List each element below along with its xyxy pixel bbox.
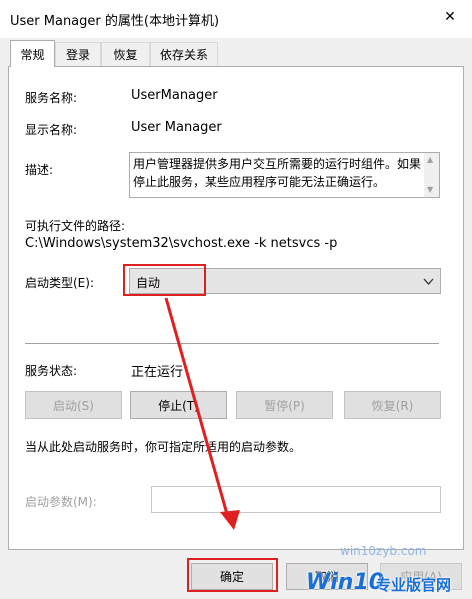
tab-label: 依存关系 <box>159 48 208 62</box>
title-bar: User Manager 的属性(本地计算机) ✕ <box>0 0 472 38</box>
display-name-label: 显示名称: <box>25 123 78 137</box>
chevron-down-icon <box>423 275 434 289</box>
tab-label: 恢复 <box>113 48 138 62</box>
status-label: 服务状态: <box>25 364 78 378</box>
exe-path-value: C:\Windows\system32\svchost.exe -k netsv… <box>25 236 338 251</box>
tab-recovery[interactable]: 恢复 <box>101 42 150 66</box>
pause-button-label: 暂停(P) <box>264 398 305 413</box>
close-icon: ✕ <box>444 9 456 25</box>
resume-button[interactable]: 恢复(R) <box>344 391 441 419</box>
watermark-brand-sub: 专业版官网 <box>376 576 452 594</box>
ok-button-highlight <box>187 558 278 592</box>
watermark-brand-main: Win10 <box>306 570 385 595</box>
resume-button-label: 恢复(R) <box>371 398 414 413</box>
scroll-up-icon[interactable]: ▲ <box>427 155 433 164</box>
service-name-label: 服务名称: <box>25 91 78 105</box>
display-name-value: User Manager <box>131 120 222 135</box>
start-button-label: 启动(S) <box>53 398 94 413</box>
start-params-hint: 当从此处启动服务时，你可指定所适用的启动参数。 <box>25 440 302 454</box>
exe-path-label: 可执行文件的路径: <box>25 219 126 233</box>
description-label: 描述: <box>25 163 54 177</box>
tab-logon[interactable]: 登录 <box>55 42 101 66</box>
startup-type-highlight <box>123 264 206 296</box>
pause-button[interactable]: 暂停(P) <box>236 391 333 419</box>
divider <box>25 343 439 344</box>
tab-general[interactable]: 常规 <box>10 40 55 67</box>
start-params-input[interactable] <box>151 486 441 513</box>
close-button[interactable]: ✕ <box>428 0 472 34</box>
description-scrollbar[interactable]: ▲ ▼ <box>424 153 439 197</box>
startup-type-label: 启动类型(E): <box>25 276 94 290</box>
tab-dependencies[interactable]: 依存关系 <box>150 42 218 66</box>
stop-button[interactable]: 停止(T) <box>130 391 227 419</box>
start-params-label: 启动参数(M): <box>25 495 97 509</box>
stop-button-label: 停止(T) <box>158 398 199 413</box>
general-panel <box>8 66 464 550</box>
tab-label: 登录 <box>65 48 90 62</box>
description-box[interactable]: 用户管理器提供多用户交互所需要的运行时组件。如果停止此服务，某些应用程序可能无法… <box>129 152 440 198</box>
status-value: 正在运行 <box>131 365 184 380</box>
scroll-down-icon[interactable]: ▼ <box>427 185 433 194</box>
tab-label: 常规 <box>20 47 45 62</box>
description-text: 用户管理器提供多用户交互所需要的运行时组件。如果停止此服务，某些应用程序可能无法… <box>133 157 422 189</box>
window-title: User Manager 的属性(本地计算机) <box>10 14 220 29</box>
watermark-url: win10zyb.com <box>340 544 427 558</box>
service-name-value: UserManager <box>131 88 218 103</box>
start-button[interactable]: 启动(S) <box>25 391 122 419</box>
